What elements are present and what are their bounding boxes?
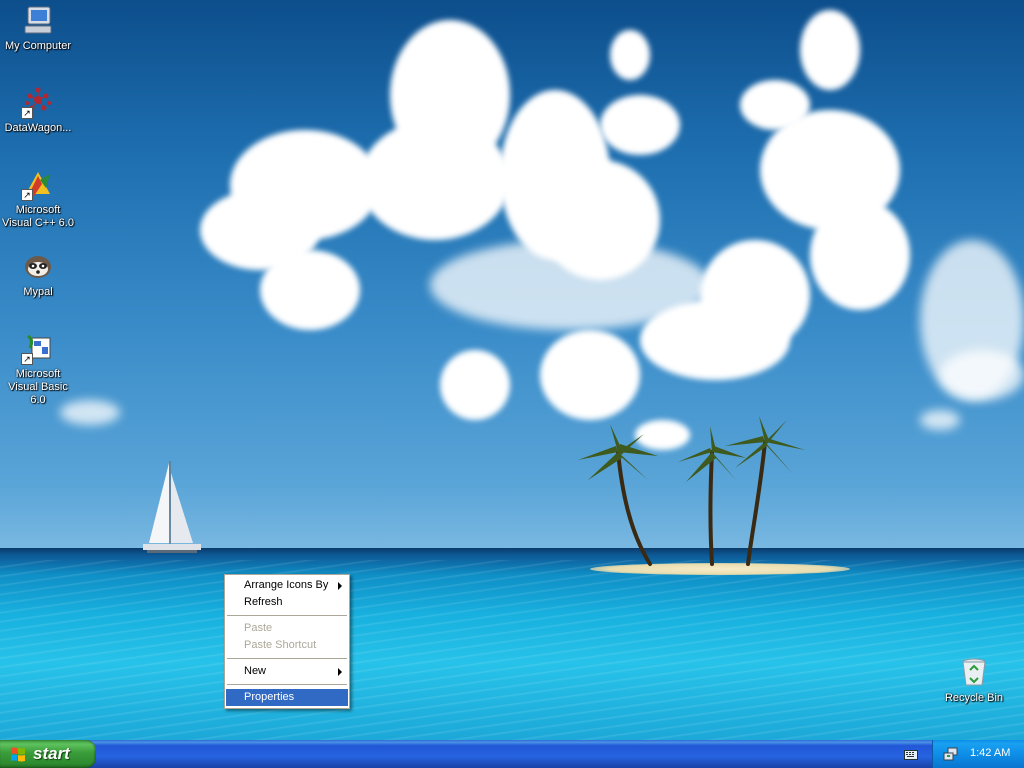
visual-basic-icon: ↗ — [21, 332, 54, 365]
mypal-raccoon-icon — [22, 250, 54, 282]
desktop-icon-recycle-bin[interactable]: Recycle Bin — [936, 656, 1012, 705]
shortcut-arrow-icon: ↗ — [21, 353, 33, 365]
desktop-icon-visual-cpp[interactable]: ↗ Microsoft Visual C++ 6.0 — [0, 168, 76, 230]
submenu-arrow-icon — [338, 668, 342, 676]
desktop-icon-label: Microsoft Visual C++ 6.0 — [2, 204, 74, 229]
desktop-icon-mypal[interactable]: Mypal — [0, 250, 76, 299]
desktop-icon-label: My Computer — [4, 40, 72, 52]
menu-item-refresh[interactable]: Refresh — [226, 594, 348, 611]
network-connection-icon[interactable] — [943, 746, 959, 762]
menu-separator — [227, 658, 347, 659]
menu-item-label: Arrange Icons By — [244, 579, 329, 591]
menu-item-label: Paste Shortcut — [244, 639, 317, 651]
shortcut-arrow-icon: ↗ — [21, 107, 33, 119]
wallpaper-sea-waves — [0, 560, 1024, 740]
language-bar-keyboard-icon[interactable] — [904, 748, 918, 760]
desktop-context-menu: Arrange Icons By Refresh Paste Paste Sho… — [224, 574, 350, 709]
palm-trees-image — [578, 416, 805, 566]
menu-item-new[interactable]: New — [226, 663, 348, 680]
desktop-wallpaper — [0, 0, 1024, 740]
visual-cpp-icon: ↗ — [21, 168, 54, 201]
start-button-label: start — [33, 744, 70, 763]
start-button[interactable]: start — [0, 740, 96, 768]
taskbar-clock[interactable]: 1:42 AM — [970, 747, 1010, 759]
datawagon-icon: ↗ — [21, 86, 54, 119]
desktop-icon-label: DataWagon... — [4, 122, 72, 134]
menu-separator — [227, 615, 347, 616]
my-computer-icon — [22, 4, 54, 36]
recycle-bin-icon — [958, 656, 990, 688]
sailboat-image — [143, 461, 201, 553]
desktop-icon-label: Microsoft Visual Basic 6.0 — [8, 368, 68, 406]
desktop-icon-visual-basic[interactable]: ↗ Microsoft Visual Basic 6.0 — [0, 332, 76, 407]
desktop-icon-label: Mypal — [23, 286, 53, 298]
menu-item-properties[interactable]: Properties — [226, 689, 348, 706]
desktop-icon-my-computer[interactable]: My Computer — [0, 4, 76, 53]
menu-item-label: Paste — [244, 622, 273, 634]
desktop-icon-datawagon[interactable]: ↗ DataWagon... — [0, 86, 76, 135]
system-tray: 1:42 AM — [932, 740, 1024, 768]
taskbar: start 1:42 AM — [0, 740, 1024, 768]
windows-logo-icon — [11, 747, 25, 762]
menu-item-paste-shortcut: Paste Shortcut — [226, 637, 348, 654]
shortcut-arrow-icon: ↗ — [21, 189, 33, 201]
menu-item-arrange-icons-by[interactable]: Arrange Icons By — [226, 577, 348, 594]
menu-item-paste: Paste — [226, 620, 348, 637]
submenu-arrow-icon — [338, 582, 342, 590]
menu-item-label: Refresh — [244, 596, 283, 608]
menu-item-label: New — [244, 665, 267, 677]
desktop-icon-label: Recycle Bin — [944, 692, 1004, 704]
menu-separator — [227, 684, 347, 685]
menu-item-label: Properties — [244, 691, 295, 703]
